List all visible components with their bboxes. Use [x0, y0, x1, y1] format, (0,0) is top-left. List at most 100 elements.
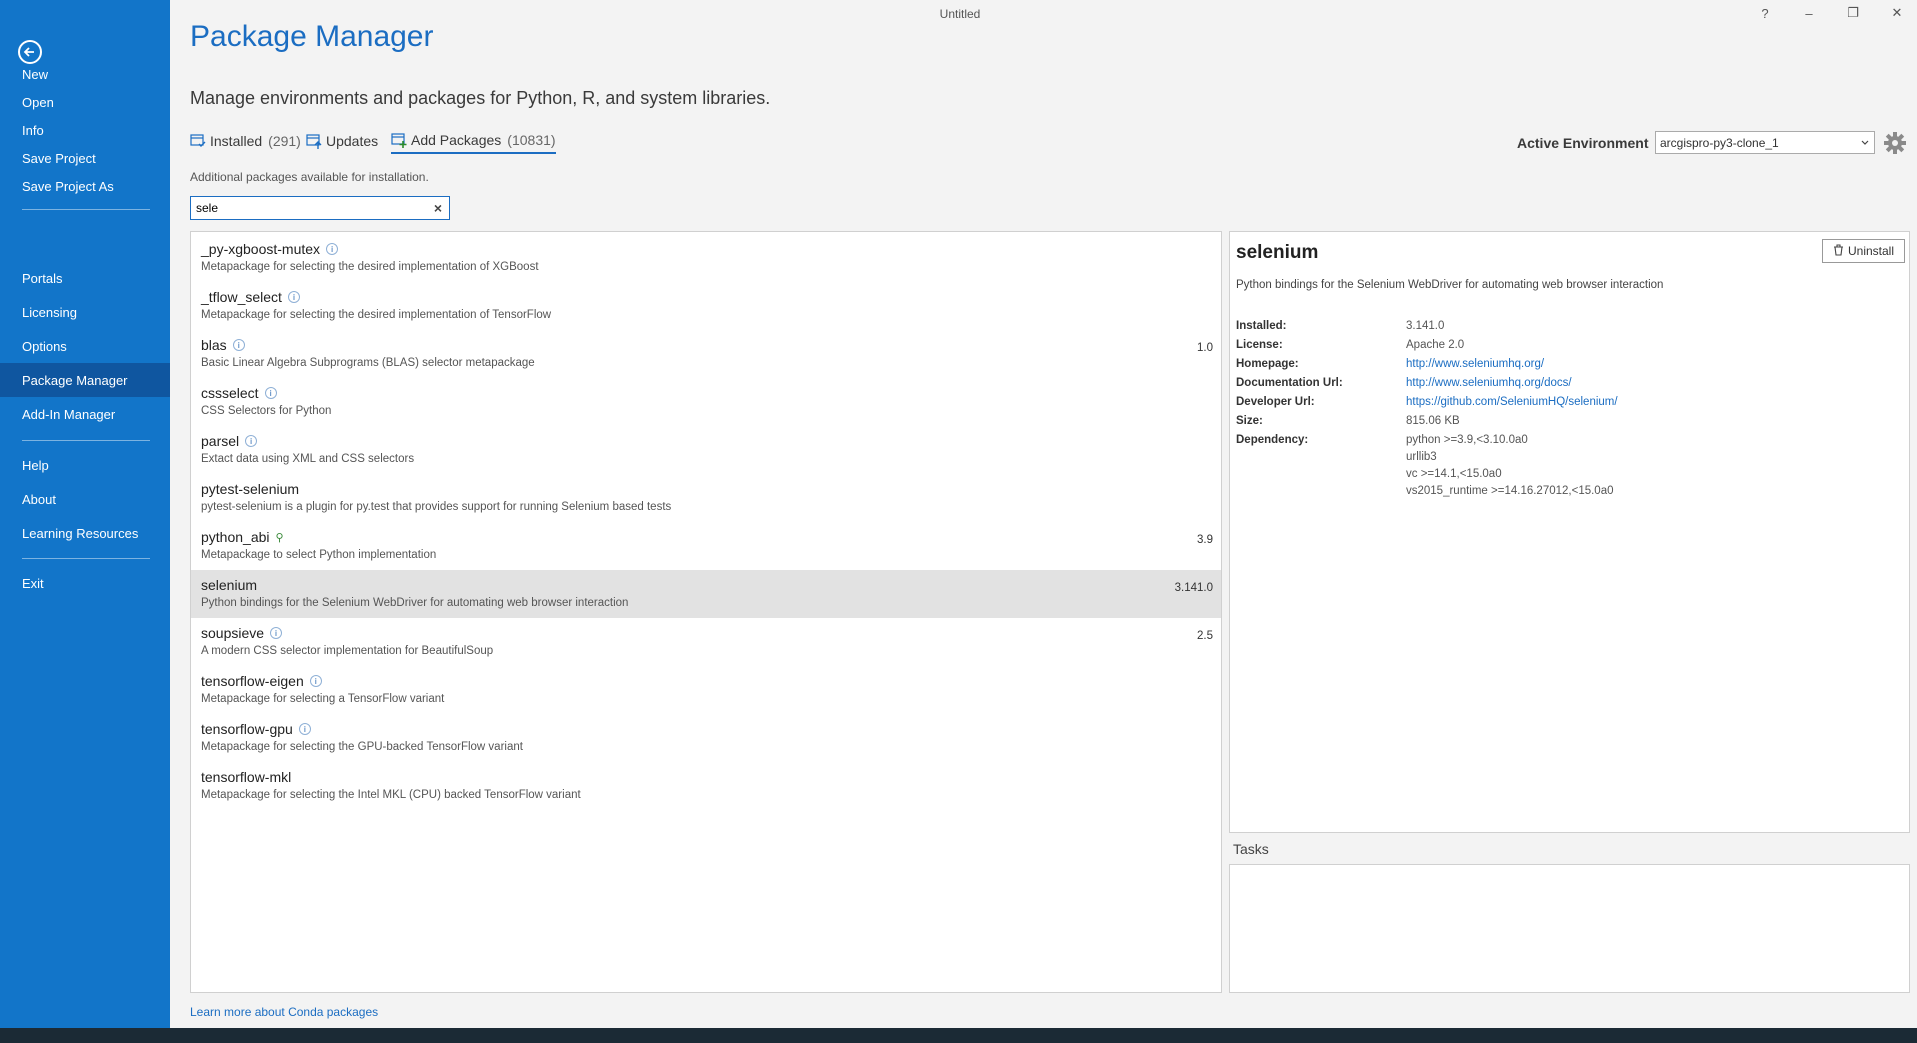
package-version: 2.5 — [1197, 630, 1213, 642]
package-version: 3.141.0 — [1174, 582, 1213, 594]
package-row[interactable]: parsel i Extact data using XML and CSS sel… — [191, 426, 1221, 474]
package-description: Metapackage for selecting the Intel MKL … — [201, 789, 581, 801]
gear-icon[interactable] — [1882, 130, 1908, 156]
sidebar-item-about[interactable]: About — [0, 482, 170, 516]
restore-button[interactable]: ❐ — [1836, 2, 1870, 24]
close-button[interactable]: ✕ — [1880, 2, 1914, 24]
dependency-item: vs2015_runtime >=14.16.27012,<15.0a0 — [1406, 485, 1614, 497]
developer-url-label: Developer Url: — [1236, 396, 1315, 408]
package-name: _tflow_select — [201, 289, 282, 305]
package-name-wrap: blas i — [201, 337, 245, 353]
info-icon[interactable]: i — [245, 435, 258, 447]
active-environment-value: arcgispro-py3-clone_1 — [1660, 135, 1779, 150]
additional-packages-text: Additional packages available for instal… — [190, 170, 429, 184]
uninstall-button[interactable]: Uninstall — [1822, 239, 1905, 263]
active-environment-select[interactable]: arcgispro-py3-clone_1 — [1655, 131, 1875, 154]
dependency-item: urllib3 — [1406, 451, 1437, 463]
documentation-url-link[interactable]: http://www.seleniumhq.org/docs/ — [1406, 377, 1572, 389]
tab-installed-label: Installed — [210, 133, 263, 149]
size-label: Size: — [1236, 415, 1263, 427]
info-icon[interactable]: i — [309, 675, 322, 687]
package-row[interactable]: selenium Python bindings for the Selenium… — [191, 570, 1221, 618]
sidebar-item-add-in-manager[interactable]: Add-In Manager — [0, 397, 170, 431]
tab-installed-count: (291) — [268, 133, 301, 149]
package-row[interactable]: tensorflow-gpu i Metapackage for selecting… — [191, 714, 1221, 762]
sidebar-item-portals[interactable]: Portals — [0, 261, 170, 295]
sidebar-divider — [22, 440, 150, 441]
package-row[interactable]: tensorflow-mkl Metapackage for selecting … — [191, 762, 1221, 810]
package-name-wrap: soupsieve i — [201, 625, 283, 641]
sidebar-item-licensing[interactable]: Licensing — [0, 295, 170, 329]
tab-installed[interactable]: Installed (291) — [190, 128, 301, 154]
chevron-down-icon — [1860, 136, 1870, 150]
package-description: Metapackage for selecting the desired im… — [201, 261, 539, 273]
package-name: tensorflow-mkl — [201, 769, 292, 785]
package-name: python_abi — [201, 529, 270, 545]
package-name: cssselect — [201, 385, 259, 401]
sidebar-item-options[interactable]: Options — [0, 329, 170, 363]
package-name: parsel — [201, 433, 240, 449]
sidebar-item-save-project-as[interactable]: Save Project As — [0, 169, 170, 203]
detail-description: Python bindings for the Selenium WebDriv… — [1236, 279, 1664, 291]
package-version: 1.0 — [1197, 342, 1213, 354]
package-name-wrap: tensorflow-gpu i — [201, 721, 311, 737]
package-description: Metapackage for selecting the desired im… — [201, 309, 552, 321]
info-icon[interactable]: i — [264, 387, 277, 399]
tab-updates[interactable]: Updates — [306, 128, 378, 154]
info-icon[interactable]: i — [232, 339, 245, 351]
search-box: × — [190, 196, 450, 220]
tasks-label: Tasks — [1233, 841, 1269, 857]
tab-add-packages[interactable]: Add Packages (10831) — [391, 128, 556, 154]
package-row[interactable]: _py-xgboost-mutex i Metapackage for select… — [191, 234, 1221, 282]
package-name: soupsieve — [201, 625, 265, 641]
package-row[interactable]: python_abi ⚲ Metapackage to select Python … — [191, 522, 1221, 570]
package-row[interactable]: tensorflow-eigen i Metapackage for selecti… — [191, 666, 1221, 714]
page-title: Package Manager — [190, 20, 434, 53]
package-description: Metapackage to select Python implementat… — [201, 549, 437, 561]
homepage-link[interactable]: http://www.seleniumhq.org/ — [1406, 358, 1544, 370]
package-row[interactable]: pytest-selenium pytest-selenium is a plug… — [191, 474, 1221, 522]
installed-label: Installed: — [1236, 320, 1287, 332]
package-description: Metapackage for selecting the GPU-backed… — [201, 741, 523, 753]
package-description: Metapackage for selecting a TensorFlow v… — [201, 693, 445, 705]
size-value: 815.06 KB — [1406, 415, 1460, 427]
developer-url-link[interactable]: https://github.com/SeleniumHQ/selenium/ — [1406, 396, 1618, 408]
info-icon[interactable]: i — [298, 723, 311, 735]
info-icon[interactable]: i — [287, 291, 300, 303]
tab-add-packages-count: (10831) — [507, 132, 556, 148]
uninstall-label: Uninstall — [1847, 244, 1895, 258]
package-list: _py-xgboost-mutex i Metapackage for select… — [190, 231, 1222, 993]
package-description: pytest-selenium is a plugin for py.test … — [201, 501, 672, 513]
package-name-wrap: tensorflow-mkl — [201, 769, 291, 785]
package-detail-panel: selenium Uninstall Python bindings for t… — [1229, 231, 1910, 833]
package-row[interactable]: soupsieve i A modern CSS selector implemen… — [191, 618, 1221, 666]
documentation-url-label: Documentation Url: — [1236, 377, 1343, 389]
package-name: blas — [201, 337, 227, 353]
package-name-wrap: _tflow_select i — [201, 289, 300, 305]
package-manager-window: New Open Info Save Project Save Project … — [0, 0, 1917, 1043]
sidebar-item-learning-resources[interactable]: Learning Resources — [0, 516, 170, 550]
help-button[interactable]: ? — [1748, 2, 1782, 24]
license-label: License: — [1236, 339, 1283, 351]
sidebar-item-exit[interactable]: Exit — [0, 566, 170, 600]
package-description: A modern CSS selector implementation for… — [201, 645, 494, 657]
package-name: tensorflow-gpu — [201, 721, 293, 737]
package-description: Extact data using XML and CSS selectors — [201, 453, 415, 465]
package-row[interactable]: cssselect i CSS Selectors for Python — [191, 378, 1221, 426]
package-row[interactable]: blas i Basic Linear Algebra Subprograms (B… — [191, 330, 1221, 378]
info-icon[interactable]: i — [270, 627, 283, 639]
package-name-wrap: _py-xgboost-mutex i — [201, 241, 339, 257]
tasks-panel — [1229, 864, 1910, 993]
package-row[interactable]: _tflow_select i Metapackage for selecting … — [191, 282, 1221, 330]
search-input[interactable] — [191, 198, 427, 218]
os-taskbar — [0, 1028, 1917, 1043]
sidebar-item-help[interactable]: Help — [0, 448, 170, 482]
package-name: pytest-selenium — [201, 481, 300, 497]
sidebar-item-package-manager[interactable]: Package Manager — [0, 363, 170, 397]
clear-icon[interactable]: × — [427, 200, 449, 216]
learn-more-conda-link[interactable]: Learn more about Conda packages — [190, 1005, 378, 1019]
minimize-button[interactable]: – — [1792, 2, 1826, 24]
info-icon[interactable]: i — [326, 243, 339, 255]
trash-icon — [1833, 243, 1844, 259]
package-description: CSS Selectors for Python — [201, 405, 332, 417]
